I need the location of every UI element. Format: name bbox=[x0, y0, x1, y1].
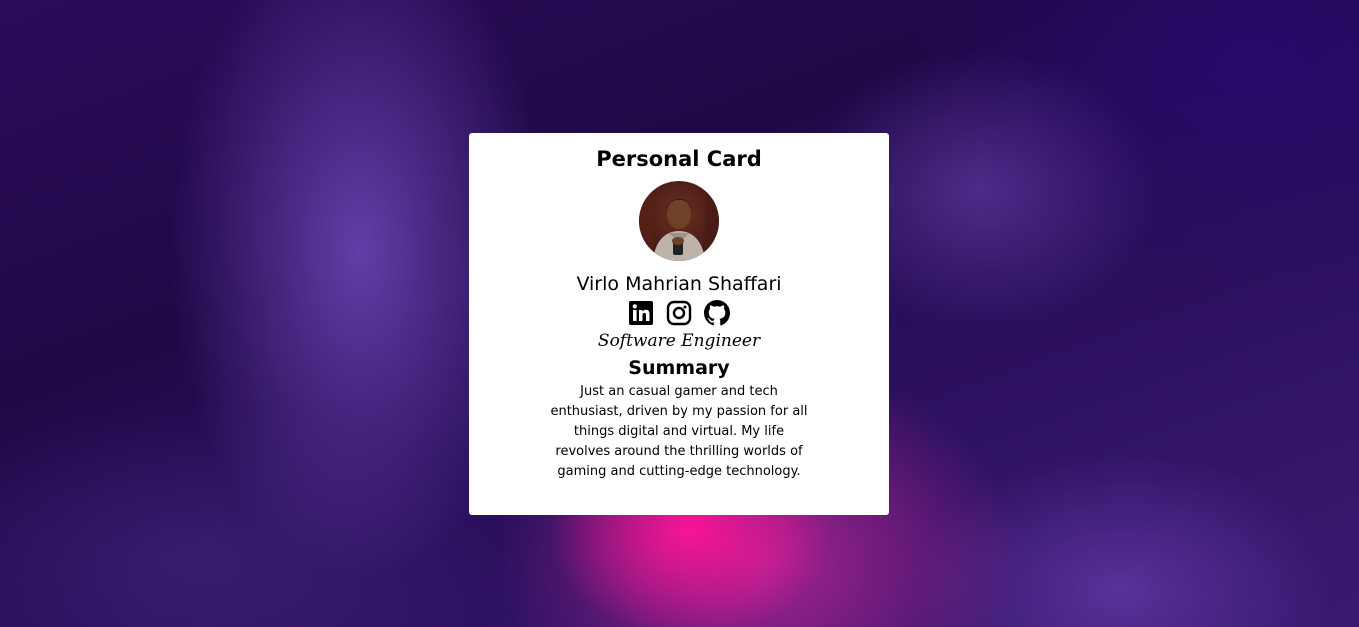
person-name: Virlo Mahrian Shaffari bbox=[576, 273, 782, 295]
job-title: Software Engineer bbox=[597, 331, 761, 351]
github-icon bbox=[704, 300, 730, 326]
instagram-icon bbox=[666, 300, 692, 326]
avatar bbox=[639, 181, 719, 261]
instagram-link[interactable] bbox=[666, 300, 692, 326]
social-links bbox=[628, 300, 730, 326]
summary-heading: Summary bbox=[628, 357, 730, 379]
linkedin-link[interactable] bbox=[628, 300, 654, 326]
summary-text: Just an casual gamer and tech enthusiast… bbox=[550, 384, 808, 479]
github-link[interactable] bbox=[704, 300, 730, 326]
profile-photo-icon bbox=[639, 181, 719, 261]
card-title: Personal Card bbox=[596, 147, 762, 171]
personal-card: Personal Card Virlo Mahrian Shaffari Sof… bbox=[469, 133, 889, 515]
linkedin-icon bbox=[629, 301, 653, 325]
